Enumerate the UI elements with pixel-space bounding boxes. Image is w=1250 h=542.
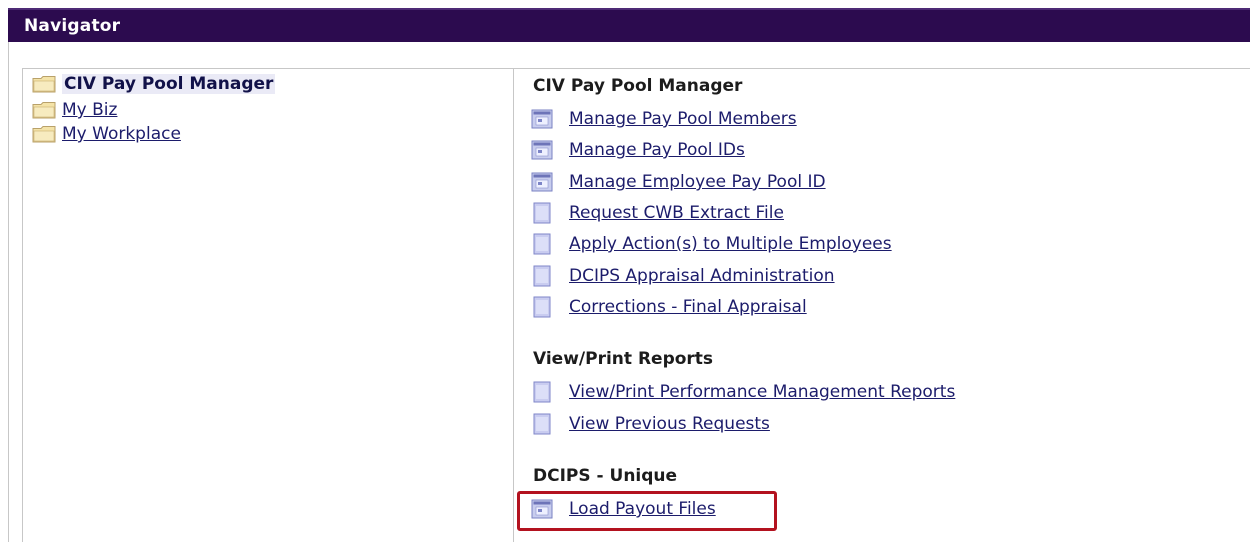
component-page-icon <box>531 499 553 519</box>
link-label[interactable]: Load Payout Files <box>569 499 716 519</box>
link-view-previous-requests[interactable]: View Previous Requests <box>531 412 770 436</box>
link-label[interactable]: DCIPS Appraisal Administration <box>569 266 835 286</box>
document-page-icon <box>533 296 551 318</box>
tree-item-label[interactable]: My Biz <box>62 100 117 120</box>
navigator-header: Navigator <box>8 8 1250 42</box>
link-label[interactable]: Manage Pay Pool IDs <box>569 140 745 160</box>
link-request-cwb-extract-file[interactable]: Request CWB Extract File <box>531 201 784 225</box>
link-dcips-appraisal-administration[interactable]: DCIPS Appraisal Administration <box>531 264 835 288</box>
tree-item-my-workplace[interactable]: My Workplace <box>32 123 181 145</box>
link-load-payout-files[interactable]: Load Payout Files <box>531 497 716 521</box>
folder-icon <box>32 76 56 93</box>
document-page-icon <box>533 413 551 435</box>
document-page-icon <box>533 265 551 287</box>
folder-icon <box>32 126 56 143</box>
navigator-title: Navigator <box>24 16 121 36</box>
link-apply-actions-to-multiple-employees[interactable]: Apply Action(s) to Multiple Employees <box>531 232 892 256</box>
link-manage-pay-pool-members[interactable]: Manage Pay Pool Members <box>531 107 797 131</box>
link-manage-pay-pool-ids[interactable]: Manage Pay Pool IDs <box>531 138 745 162</box>
link-corrections-final-appraisal[interactable]: Corrections - Final Appraisal <box>531 295 807 319</box>
component-page-icon <box>531 140 553 160</box>
document-page-icon <box>533 202 551 224</box>
tree-item-label[interactable]: CIV Pay Pool Manager <box>62 74 276 94</box>
document-page-icon <box>533 381 551 403</box>
tree-item-my-biz[interactable]: My Biz <box>32 99 117 121</box>
navigator-page: Navigator CIV Pay Pool Manager My Biz My… <box>0 0 1250 542</box>
component-page-icon <box>531 109 553 129</box>
link-label[interactable]: View/Print Performance Management Report… <box>569 382 955 402</box>
link-label[interactable]: Apply Action(s) to Multiple Employees <box>569 234 892 254</box>
link-manage-employee-pay-pool-id[interactable]: Manage Employee Pay Pool ID <box>531 170 826 194</box>
link-label[interactable]: Manage Pay Pool Members <box>569 109 797 129</box>
tree-item-civ-pay-pool-manager[interactable]: CIV Pay Pool Manager <box>32 73 276 95</box>
link-view-print-performance-management-reports[interactable]: View/Print Performance Management Report… <box>531 380 955 404</box>
folder-icon <box>32 102 56 119</box>
component-page-icon <box>531 172 553 192</box>
link-label[interactable]: Request CWB Extract File <box>569 203 784 223</box>
section-title-civ-pay-pool-manager: CIV Pay Pool Manager <box>533 76 743 96</box>
section-title-dcips-unique: DCIPS - Unique <box>533 466 678 486</box>
tree-item-label[interactable]: My Workplace <box>62 124 181 144</box>
section-title-view-print-reports: View/Print Reports <box>533 349 714 369</box>
document-page-icon <box>533 233 551 255</box>
link-label[interactable]: Corrections - Final Appraisal <box>569 297 807 317</box>
link-label[interactable]: View Previous Requests <box>569 414 770 434</box>
link-label[interactable]: Manage Employee Pay Pool ID <box>569 172 826 192</box>
